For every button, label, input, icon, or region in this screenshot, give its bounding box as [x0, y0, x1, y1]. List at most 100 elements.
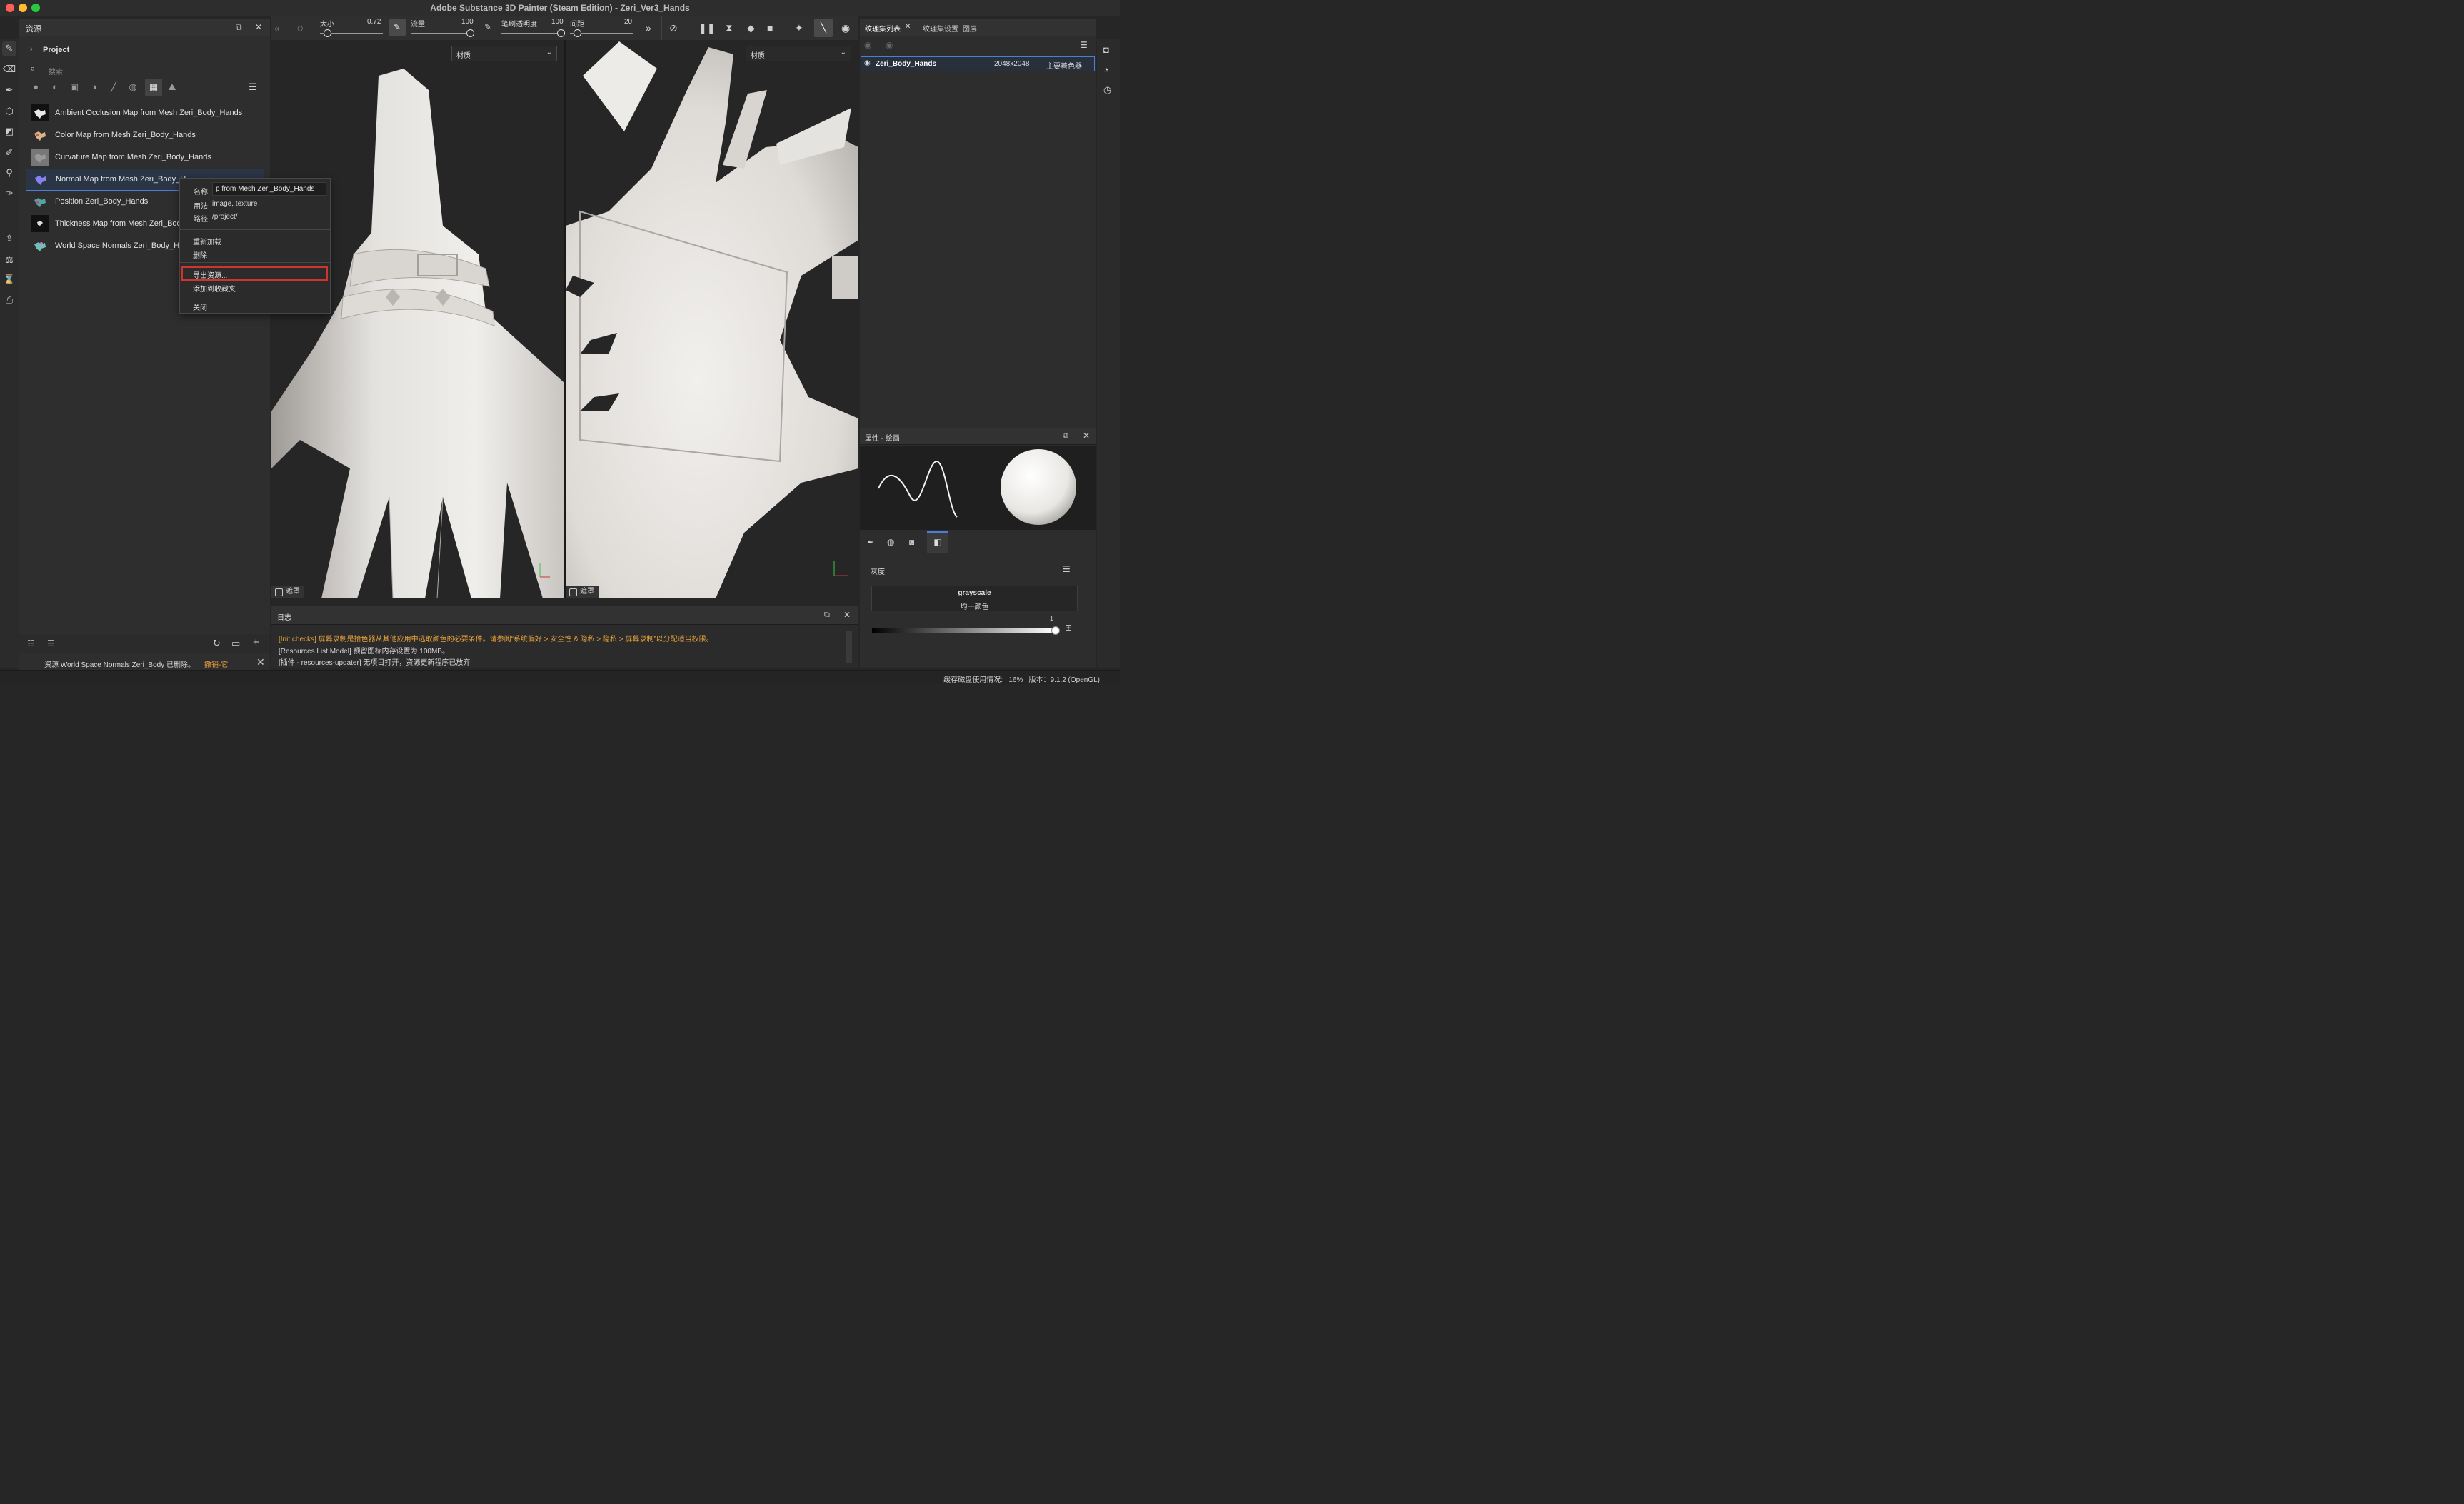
- brush-icon[interactable]: ✒: [867, 537, 874, 547]
- tab-layers[interactable]: 图层: [963, 23, 977, 34]
- opacity-slider[interactable]: [501, 33, 564, 34]
- close-icon[interactable]: ✕: [843, 610, 851, 620]
- mask-filter-icon[interactable]: ▣: [69, 81, 80, 93]
- export-asset-menu-item[interactable]: 导出资源...: [193, 269, 227, 280]
- flow-pressure-icon[interactable]: ✎: [389, 19, 406, 36]
- eraser-icon[interactable]: ⌫: [2, 62, 16, 76]
- paint-brush-icon[interactable]: ✎: [2, 41, 16, 56]
- smudge-icon[interactable]: ✐: [2, 146, 16, 160]
- delete-menu-item[interactable]: 删除: [193, 249, 207, 260]
- viewport-divider[interactable]: [564, 40, 566, 598]
- flow-slider[interactable]: [411, 33, 474, 34]
- undo-link[interactable]: 撤销-它: [204, 658, 228, 669]
- brush-shape-icon[interactable]: ◌: [297, 22, 303, 34]
- new-folder-icon[interactable]: ▭: [231, 638, 240, 649]
- mask-toggle[interactable]: 遮罩: [271, 586, 304, 598]
- timer-icon[interactable]: ⌛: [2, 272, 16, 286]
- bake-icon[interactable]: ⇪: [2, 231, 16, 246]
- paint-mode-icon[interactable]: ╲: [814, 19, 833, 37]
- cube-view-icon[interactable]: ◆: [747, 22, 755, 34]
- asset-row[interactable]: Curvature Map from Mesh Zeri_Body_Hands: [26, 147, 263, 167]
- viewport-2d[interactable]: 材质 ⌄ 遮罩: [566, 40, 858, 598]
- log-scrollbar[interactable]: [846, 631, 852, 663]
- chevron-right-icon[interactable]: ›: [30, 45, 33, 54]
- close-notice-icon[interactable]: ✕: [256, 656, 265, 668]
- expand-right-icon[interactable]: »: [646, 22, 651, 34]
- material-icon[interactable]: ◧: [927, 531, 948, 553]
- menu-icon[interactable]: ☰: [1063, 564, 1071, 574]
- reload-menu-item[interactable]: 重新加载: [193, 236, 221, 246]
- alpha-filter-icon[interactable]: ◍: [127, 81, 139, 93]
- tab-texture-set-list[interactable]: 纹理集列表: [865, 23, 901, 34]
- polygon-fill-icon[interactable]: ◩: [2, 124, 16, 139]
- light-rotate-icon[interactable]: ✦: [795, 22, 803, 34]
- list-view-icon[interactable]: ☰: [247, 81, 259, 93]
- add-icon[interactable]: +: [253, 636, 259, 648]
- procedural-filter-icon[interactable]: ◑: [89, 81, 100, 93]
- measure-icon[interactable]: ⚖: [2, 253, 16, 267]
- undock-icon[interactable]: ⧉: [824, 611, 830, 620]
- spacing-label: 间距: [570, 21, 584, 29]
- opacity-pressure-icon[interactable]: ✎: [484, 22, 491, 32]
- asset-row[interactable]: Color Map from Mesh Zeri_Body_Hands: [26, 125, 263, 145]
- eye-icon[interactable]: ◉: [886, 40, 893, 50]
- eye-icon[interactable]: ◉: [864, 40, 871, 50]
- opacity-slider-knob[interactable]: [557, 29, 565, 37]
- camera-icon[interactable]: ■: [767, 22, 773, 34]
- close-tab-icon[interactable]: ✕: [905, 23, 911, 31]
- geometry-fill-icon[interactable]: ⬡: [2, 104, 16, 119]
- shader-settings-icon[interactable]: ◔: [1103, 64, 1109, 75]
- symmetry-icon[interactable]: ⧗: [726, 22, 733, 34]
- brush-filter-icon[interactable]: ╱: [108, 81, 119, 93]
- undock-icon[interactable]: ⧉: [1063, 431, 1068, 441]
- material-select[interactable]: 材质 ⌄: [451, 46, 557, 61]
- texture-filter-icon[interactable]: ▦: [145, 79, 162, 96]
- smart-material-filter-icon[interactable]: ◐: [49, 81, 61, 93]
- spacing-value[interactable]: 20: [624, 18, 632, 26]
- menu-icon[interactable]: ☰: [1080, 40, 1088, 50]
- channel-box[interactable]: grayscale 均一颜色: [871, 586, 1078, 611]
- close-icon[interactable]: ✕: [255, 22, 262, 32]
- color-picker-icon[interactable]: ✑: [2, 186, 16, 201]
- flow-value[interactable]: 100: [461, 18, 474, 26]
- document-search-icon[interactable]: ⎙: [2, 293, 16, 307]
- close-icon[interactable]: ✕: [1083, 431, 1090, 441]
- texture-set-row[interactable]: ◉ Zeri_Body_Hands 2048x2048 主要着色器: [861, 56, 1095, 71]
- filter-list-icon[interactable]: ☷: [27, 638, 35, 648]
- environment-filter-icon[interactable]: ⛰: [166, 81, 178, 93]
- pause-icon[interactable]: ❚❚: [698, 22, 715, 34]
- size-slider-knob[interactable]: [324, 29, 331, 37]
- viewport-3d[interactable]: 材质 ⌄ 遮罩: [271, 40, 564, 598]
- screenshot-icon[interactable]: ◉: [841, 22, 850, 34]
- asset-row[interactable]: Ambient Occlusion Map from Mesh Zeri_Bod…: [26, 103, 263, 123]
- flow-slider-knob[interactable]: [466, 29, 474, 37]
- refresh-icon[interactable]: ↻: [213, 638, 221, 649]
- collapse-left-icon[interactable]: «: [274, 22, 280, 34]
- opacity-value[interactable]: 100: [551, 18, 564, 26]
- tab-texture-set-settings[interactable]: 纹理集设置: [923, 23, 958, 34]
- projection-icon[interactable]: ✒: [2, 83, 16, 97]
- mask-toggle[interactable]: 遮罩: [566, 586, 599, 598]
- history-icon[interactable]: ◷: [1103, 84, 1111, 96]
- add-favorite-menu-item[interactable]: 添加到收藏夹: [193, 283, 236, 294]
- texture-set-shader[interactable]: 主要着色器: [1046, 60, 1082, 71]
- close-menu-item[interactable]: 关闭: [193, 301, 207, 312]
- display-settings-icon[interactable]: ◘: [1103, 44, 1109, 55]
- grayscale-slider-knob[interactable]: [1051, 626, 1060, 635]
- search-input[interactable]: 搜索: [49, 66, 63, 76]
- query-icon[interactable]: ☰: [47, 638, 55, 648]
- size-value[interactable]: 0.72: [367, 18, 381, 26]
- color-picker-icon[interactable]: ⊞: [1065, 623, 1072, 633]
- stencil-icon[interactable]: ◙: [909, 537, 914, 547]
- project-folder-label[interactable]: Project: [43, 46, 69, 54]
- undock-icon[interactable]: ⧉: [236, 22, 242, 33]
- grayscale-slider[interactable]: [872, 628, 1055, 633]
- alpha-icon[interactable]: ◍: [887, 537, 894, 547]
- material-select[interactable]: 材质 ⌄: [746, 46, 851, 61]
- hide-overlay-icon[interactable]: ⊘: [669, 22, 678, 34]
- clone-stamp-icon[interactable]: ⚲: [2, 166, 16, 180]
- spacing-slider-knob[interactable]: [574, 29, 581, 37]
- visibility-eye-icon[interactable]: ◉: [864, 59, 871, 67]
- name-field[interactable]: p from Mesh Zeri_Body_Hands: [212, 182, 326, 196]
- material-filter-icon[interactable]: ●: [30, 81, 41, 93]
